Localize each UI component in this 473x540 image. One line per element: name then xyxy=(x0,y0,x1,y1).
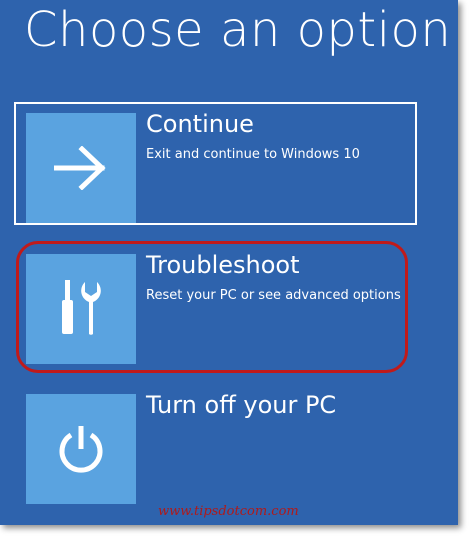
tools-icon xyxy=(62,280,101,335)
continue-option[interactable]: Continue Exit and continue to Windows 10 xyxy=(14,102,417,225)
page-title: Choose an option xyxy=(24,2,452,58)
screenshot-frame: Choose an option Continue Exit and conti… xyxy=(0,0,473,540)
watermark: www.tipsdotcom.com xyxy=(158,504,299,519)
power-icon xyxy=(59,426,103,473)
troubleshoot-option[interactable]: Troubleshoot Reset your PC or see advanc… xyxy=(14,243,417,366)
troubleshoot-option-description: Reset your PC or see advanced options xyxy=(146,288,401,303)
turn-off-tile xyxy=(26,394,136,504)
recovery-screen: Choose an option Continue Exit and conti… xyxy=(0,0,458,525)
arrow-right-icon xyxy=(54,146,106,190)
continue-option-description: Exit and continue to Windows 10 xyxy=(146,147,360,162)
continue-option-title: Continue xyxy=(146,110,254,138)
troubleshoot-option-title: Troubleshoot xyxy=(146,251,300,279)
turn-off-option-title: Turn off your PC xyxy=(146,391,337,419)
continue-tile xyxy=(26,113,136,223)
turn-off-option[interactable]: Turn off your PC xyxy=(14,383,417,506)
troubleshoot-tile xyxy=(26,254,136,364)
